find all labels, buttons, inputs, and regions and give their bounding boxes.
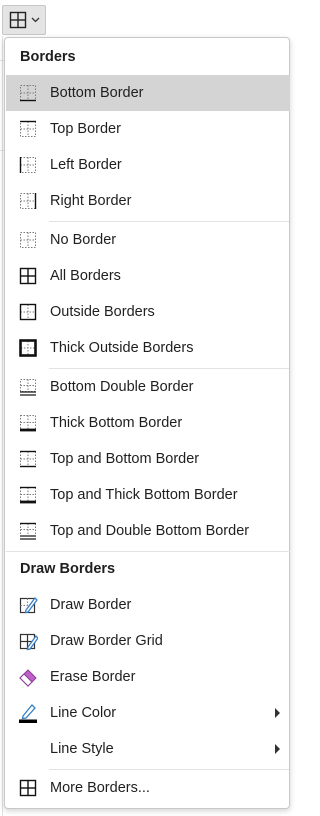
menu-item-top-and-double-bottom-border[interactable]: Top and Double Bottom Border — [6, 513, 290, 549]
menu-item-label: Erase Border — [50, 669, 136, 685]
menu-item-left-border[interactable]: Left Border — [6, 147, 290, 183]
top-and-double-bottom-border-icon — [18, 521, 38, 541]
menu-item-label: Top and Bottom Border — [50, 451, 200, 467]
submenu-arrow-icon — [275, 708, 280, 718]
bottom-double-border-icon — [18, 377, 38, 397]
menu-item-top-and-thick-bottom-border[interactable]: Top and Thick Bottom Border — [6, 477, 290, 513]
menu-item-label: Left Border — [50, 157, 122, 173]
menu-item-label: Top Border — [50, 121, 121, 137]
borders-dropdown-button[interactable] — [2, 5, 46, 35]
menu-item-label: Line Style — [50, 741, 114, 757]
submenu-arrow-icon — [275, 744, 280, 754]
bottom-border-icon — [18, 83, 38, 103]
section-header-draw-borders: Draw Borders — [20, 561, 116, 577]
no-border-icon — [18, 230, 38, 250]
menu-item-more-borders[interactable]: More Borders... — [6, 770, 290, 806]
menu-item-label: Top and Double Bottom Border — [50, 523, 250, 539]
more-borders-icon — [18, 778, 38, 798]
left-border-icon — [18, 155, 38, 175]
menu-item-label: Draw Border — [50, 597, 132, 613]
menu-item-label: All Borders — [50, 268, 121, 284]
menu-item-label: Line Color — [50, 705, 117, 721]
menu-item-line-color[interactable]: Line Color — [6, 695, 290, 731]
menu-item-thick-outside-borders[interactable]: Thick Outside Borders — [6, 330, 290, 366]
menu-item-label: More Borders... — [50, 780, 150, 796]
grid-line — [2, 36, 3, 816]
draw-border-grid-icon — [18, 631, 38, 651]
outside-borders-icon — [18, 302, 38, 322]
menu-item-label: Bottom Double Border — [50, 379, 194, 395]
menu-item-draw-border[interactable]: Draw Border — [6, 587, 290, 623]
menu-item-no-border[interactable]: No Border — [6, 222, 290, 258]
borders-menu: Borders Bottom Border Top Border Left Bo… — [4, 37, 290, 809]
eraser-icon — [18, 667, 38, 687]
menu-item-label: Right Border — [50, 193, 132, 209]
menu-item-right-border[interactable]: Right Border — [6, 183, 290, 219]
menu-item-outside-borders[interactable]: Outside Borders — [6, 294, 290, 330]
top-and-thick-bottom-border-icon — [18, 485, 38, 505]
right-border-icon — [18, 191, 38, 211]
top-and-bottom-border-icon — [18, 449, 38, 469]
menu-item-top-border[interactable]: Top Border — [6, 111, 290, 147]
menu-item-label: Bottom Border — [50, 85, 144, 101]
menu-item-all-borders[interactable]: All Borders — [6, 258, 290, 294]
menu-item-bottom-border[interactable]: Bottom Border — [6, 75, 290, 111]
menu-item-label: Top and Thick Bottom Border — [50, 487, 238, 503]
section-header-borders: Borders — [20, 49, 76, 65]
chevron-down-icon — [31, 17, 40, 23]
menu-item-erase-border[interactable]: Erase Border — [6, 659, 290, 695]
top-border-icon — [18, 119, 38, 139]
menu-item-draw-border-grid[interactable]: Draw Border Grid — [6, 623, 290, 659]
draw-border-icon — [18, 595, 38, 615]
thick-outside-borders-icon — [18, 338, 38, 358]
thick-bottom-border-icon — [18, 413, 38, 433]
line-color-icon — [18, 703, 38, 723]
all-borders-icon — [9, 11, 27, 29]
menu-item-bottom-double-border[interactable]: Bottom Double Border — [6, 369, 290, 405]
menu-item-thick-bottom-border[interactable]: Thick Bottom Border — [6, 405, 290, 441]
menu-item-label: Outside Borders — [50, 304, 155, 320]
menu-item-label: No Border — [50, 232, 117, 248]
menu-item-label: Draw Border Grid — [50, 633, 163, 649]
menu-separator — [6, 551, 290, 552]
menu-item-label: Thick Bottom Border — [50, 415, 183, 431]
all-borders-icon — [18, 266, 38, 286]
menu-item-line-style[interactable]: Line Style — [6, 731, 290, 767]
menu-item-top-and-bottom-border[interactable]: Top and Bottom Border — [6, 441, 290, 477]
menu-item-label: Thick Outside Borders — [50, 340, 194, 356]
